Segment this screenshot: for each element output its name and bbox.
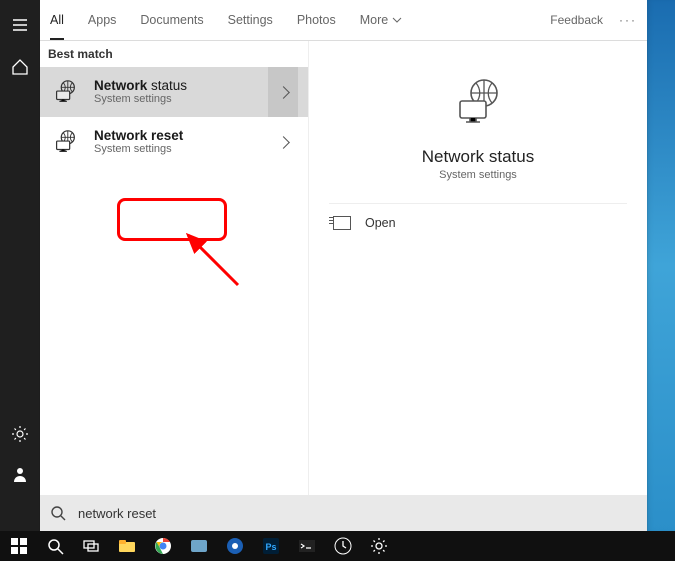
result-title: Network reset	[94, 128, 183, 144]
result-network-reset[interactable]: Network reset System settings	[40, 117, 308, 167]
taskbar: Ps	[0, 531, 675, 561]
preview-subtitle: System settings	[439, 169, 517, 181]
open-icon	[333, 216, 351, 230]
search-results-column: Best match Network status System setting…	[40, 41, 309, 495]
chevron-down-icon	[392, 15, 402, 25]
feedback-link[interactable]: Feedback	[550, 13, 603, 27]
tab-settings[interactable]: Settings	[228, 2, 273, 38]
globe-monitor-icon	[450, 75, 506, 131]
file-explorer-icon[interactable]	[112, 531, 142, 561]
tab-all[interactable]: All	[50, 2, 64, 40]
chrome-icon[interactable]	[148, 531, 178, 561]
preview-title: Network status	[422, 147, 534, 167]
gear-icon[interactable]	[11, 425, 29, 443]
globe-monitor-icon	[50, 77, 80, 107]
tab-more[interactable]: More	[360, 2, 402, 38]
search-preview-column: Network status System settings Open	[309, 41, 647, 495]
hamburger-icon[interactable]	[11, 16, 29, 34]
search-input[interactable]	[76, 505, 637, 522]
globe-monitor-icon	[50, 127, 80, 157]
app-icon[interactable]	[184, 531, 214, 561]
desktop-wallpaper-edge	[645, 0, 675, 531]
camera-app-icon[interactable]	[220, 531, 250, 561]
result-title: Network status	[94, 78, 187, 94]
settings-gear-icon[interactable]	[364, 531, 394, 561]
open-label: Open	[365, 216, 396, 230]
preview-action-open[interactable]: Open	[329, 204, 627, 242]
search-bar	[40, 495, 647, 531]
expand-arrow-icon[interactable]	[268, 67, 298, 117]
home-icon[interactable]	[11, 58, 29, 76]
search-left-rail	[0, 0, 40, 531]
result-subtitle: System settings	[94, 93, 187, 106]
tab-apps[interactable]: Apps	[88, 2, 117, 38]
result-subtitle: System settings	[94, 143, 183, 156]
search-filter-tabs: All Apps Documents Settings Photos More …	[40, 0, 647, 41]
best-match-heading: Best match	[40, 41, 308, 67]
preview-hero: Network status System settings	[329, 55, 627, 204]
more-options-icon[interactable]: ···	[619, 13, 637, 27]
tab-documents[interactable]: Documents	[140, 2, 203, 38]
result-network-status[interactable]: Network status System settings	[40, 67, 308, 117]
start-button[interactable]	[4, 531, 34, 561]
terminal-icon[interactable]	[292, 531, 322, 561]
expand-arrow-icon[interactable]	[268, 117, 298, 167]
tab-more-label: More	[360, 13, 388, 27]
taskbar-search-icon[interactable]	[40, 531, 70, 561]
photoshop-icon[interactable]: Ps	[256, 531, 286, 561]
task-view-icon[interactable]	[76, 531, 106, 561]
user-icon[interactable]	[11, 465, 29, 483]
clock-icon[interactable]	[328, 531, 358, 561]
search-panel: Best match Network status System setting…	[40, 41, 647, 531]
tab-photos[interactable]: Photos	[297, 2, 336, 38]
svg-text:Ps: Ps	[265, 542, 276, 552]
search-icon	[50, 505, 66, 521]
